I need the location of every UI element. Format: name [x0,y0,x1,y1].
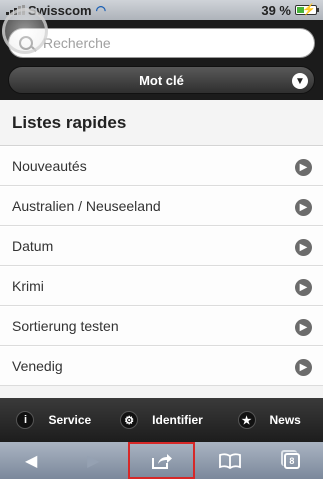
info-icon: i [16,411,35,429]
list-item[interactable]: Venedig ▶ [0,346,323,386]
wifi-icon: ◠ [95,3,107,17]
tabs-button[interactable]: 8 [261,442,323,479]
list-item[interactable]: Krimi ▶ [0,266,323,306]
list-heading: Listes rapides [0,100,323,146]
tab-service[interactable]: i Service [0,398,108,442]
keyword-select[interactable]: Mot clé ▼ [8,66,315,94]
list-item[interactable]: Nouveautés ▶ [0,146,323,186]
tab-identifier[interactable]: ⚙ Identifier [108,398,216,442]
list-item-label: Australien / Neuseeland [12,198,161,214]
status-bar: Swisscom ◠ 39 % ⚡ [0,0,323,20]
keyword-select-label: Mot clé [139,72,184,88]
chevron-right-icon: ▶ [295,159,312,176]
chevron-right-icon: ▶ [295,319,312,336]
search-bar[interactable] [8,28,315,58]
tab-label: News [269,413,301,427]
back-arrow-icon: ◀ [24,452,38,470]
chevron-right-icon: ▶ [295,279,312,296]
list-item[interactable]: Datum ▶ [0,226,323,266]
header: Mot clé ▼ [0,8,323,100]
chevron-right-icon: ▶ [295,359,312,376]
list-item-label: Sortierung testen [12,318,119,334]
share-icon [151,453,172,469]
search-input[interactable] [43,35,293,51]
gear-icon: ⚙ [120,411,139,429]
forward-button[interactable]: ▶ [62,442,124,479]
browser-toolbar: ◀ ▶ 8 [0,442,323,479]
star-icon: ★ [237,411,256,429]
chevron-down-icon: ▼ [292,73,308,89]
list-item-label: Krimi [12,278,44,294]
quick-lists: Listes rapides Nouveautés ▶ Australien /… [0,100,323,386]
bookmarks-button[interactable] [199,442,261,479]
chevron-right-icon: ▶ [295,239,312,256]
chevron-right-icon: ▶ [295,199,312,216]
list-item-label: Nouveautés [12,158,87,174]
tabs-count-icon: 8 [280,449,300,469]
list-item-label: Venedig [12,358,63,374]
forward-arrow-icon: ▶ [87,452,100,470]
tab-label: Identifier [152,413,203,427]
list-item[interactable]: Sortierung testen ▶ [0,306,323,346]
book-icon [218,452,241,469]
battery-percentage: 39 % [261,2,291,18]
tab-label: Service [48,413,92,427]
touch-indicator [2,8,48,54]
share-button[interactable] [128,442,195,479]
list-item-label: Datum [12,238,54,254]
tab-bar: i Service ⚙ Identifier ★ News [0,398,323,442]
tab-news[interactable]: ★ News [215,398,323,442]
back-button[interactable]: ◀ [0,442,62,479]
list-item[interactable]: Australien / Neuseeland ▶ [0,186,323,226]
battery-icon: ⚡ [295,4,319,16]
